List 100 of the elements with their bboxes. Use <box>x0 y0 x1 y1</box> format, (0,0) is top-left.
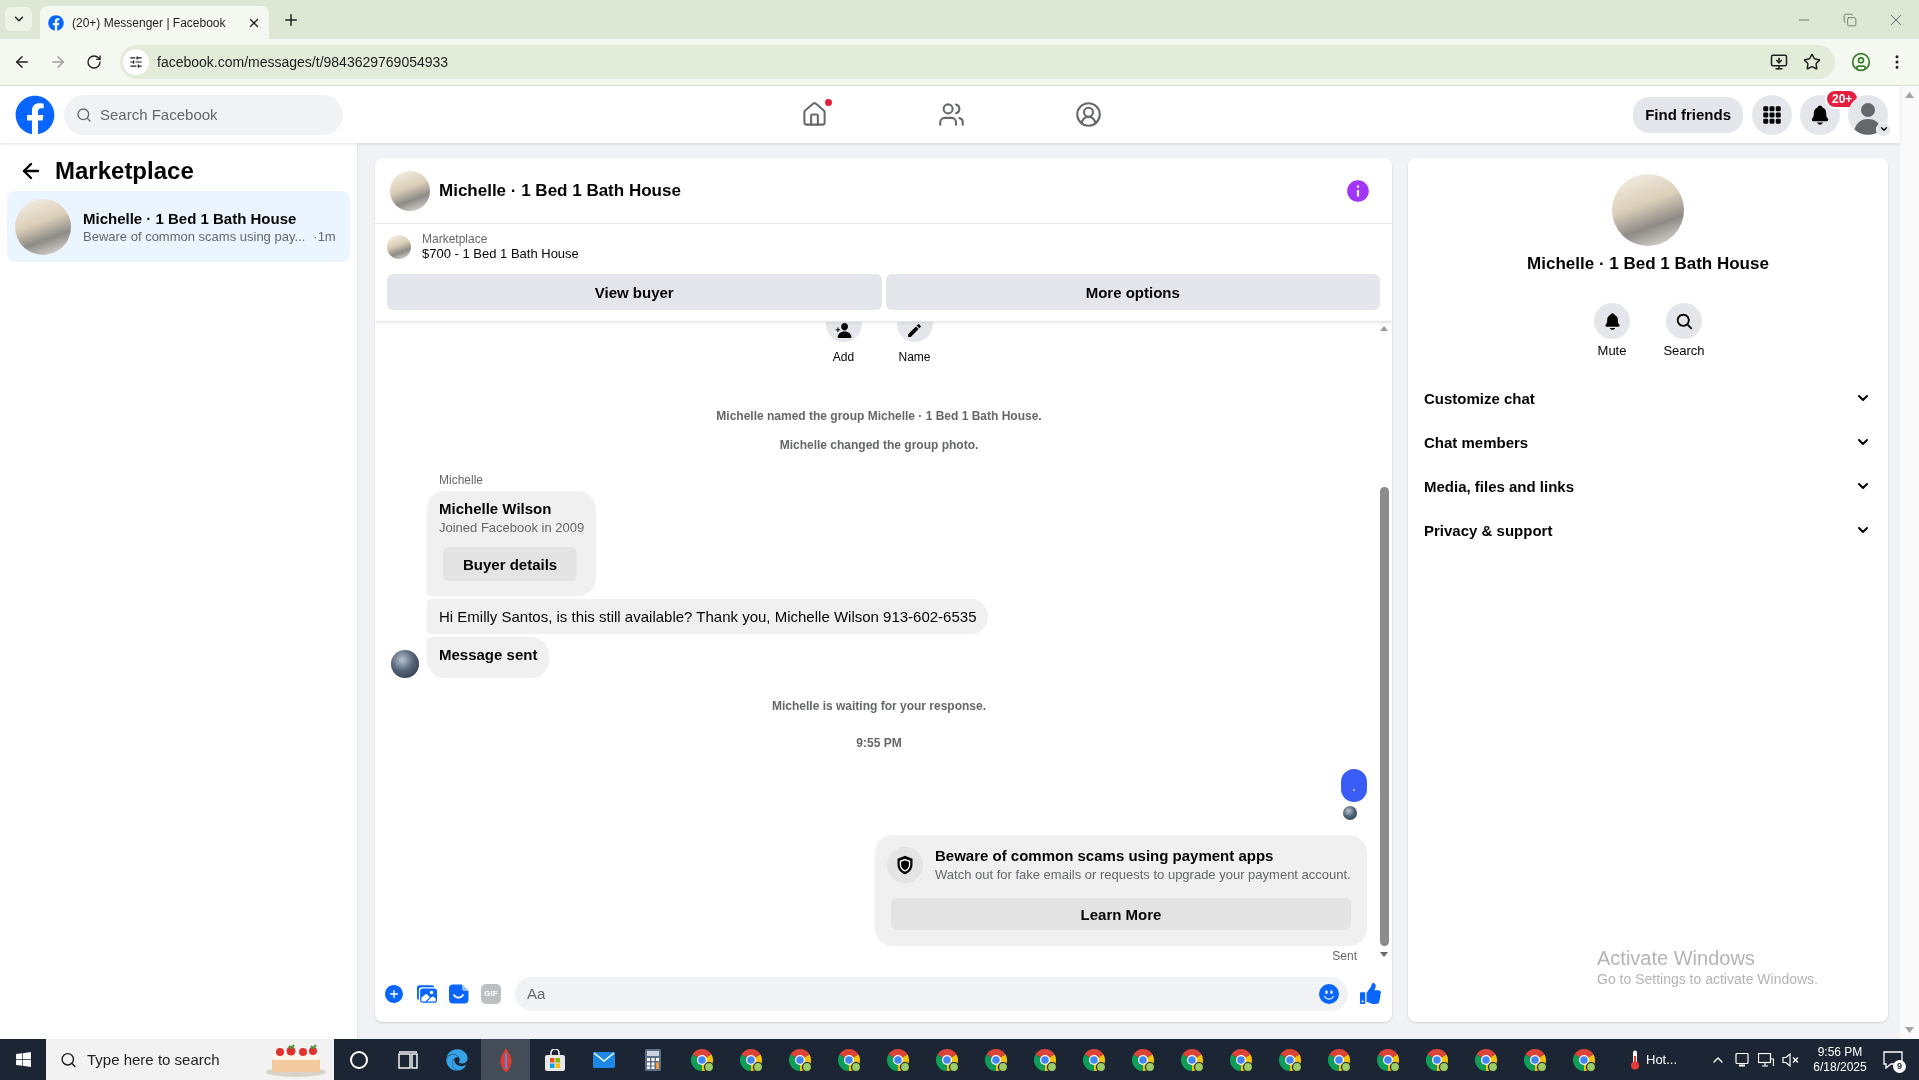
sticker-icon[interactable] <box>449 983 469 1004</box>
chrome-icon[interactable] <box>1277 1047 1302 1072</box>
chrome-icon[interactable] <box>885 1047 910 1072</box>
plus-icon[interactable] <box>383 982 405 1005</box>
clock-date[interactable]: 6/18/2025 <box>1813 1059 1867 1075</box>
back-icon[interactable] <box>13 53 31 71</box>
mute-button[interactable]: Mute <box>1584 303 1640 359</box>
people-icon[interactable] <box>938 101 965 128</box>
task-view-icon[interactable] <box>397 1050 418 1069</box>
scrollbar-thumb[interactable] <box>1379 487 1389 946</box>
listing-button[interactable]: View buyer <box>387 274 882 310</box>
speaker-muted-icon[interactable] <box>1781 1052 1799 1067</box>
network-icon[interactable] <box>1758 1052 1774 1067</box>
scroll-down-arrow-icon[interactable] <box>1380 952 1388 957</box>
facebook-logo-icon[interactable] <box>15 94 55 135</box>
chrome-icon[interactable] <box>1424 1047 1449 1072</box>
rename-button[interactable]: Name <box>890 322 939 365</box>
facebook-favicon-icon <box>48 14 64 31</box>
windows-start-icon[interactable] <box>14 1051 32 1068</box>
chrome-icon[interactable] <box>1032 1047 1057 1072</box>
chrome-icon[interactable] <box>1571 1047 1596 1072</box>
chrome-icon[interactable] <box>1375 1047 1400 1072</box>
listing-title: $700 - 1 Bed 1 Bath House <box>422 246 579 262</box>
grid-icon <box>1762 104 1782 125</box>
chrome-icon[interactable] <box>1081 1047 1106 1072</box>
tab-list-button[interactable] <box>5 7 32 31</box>
chrome-icon[interactable] <box>1130 1047 1155 1072</box>
find-friends-button[interactable]: Find friends <box>1633 96 1743 133</box>
thumbs-up-icon[interactable] <box>1360 983 1381 1004</box>
sent-message-bubble: . <box>1340 769 1367 802</box>
scroll-up-arrow-icon[interactable] <box>1380 326 1388 331</box>
system-message: Michelle changed the group photo. <box>779 437 979 453</box>
user-circle-icon[interactable] <box>1075 101 1102 128</box>
search-icon <box>60 1051 77 1068</box>
install-app-icon[interactable] <box>1770 53 1788 71</box>
chrome-icon[interactable] <box>1522 1047 1547 1072</box>
profile-icon[interactable] <box>1851 52 1871 72</box>
bell-icon <box>1809 103 1831 126</box>
chrome-icon[interactable] <box>1179 1047 1204 1072</box>
url-text: facebook.com/messages/t/9843629769054933 <box>157 54 449 70</box>
chrome-icon[interactable] <box>934 1047 959 1072</box>
edge-icon[interactable] <box>445 1048 468 1071</box>
home-icon[interactable] <box>801 101 828 128</box>
sender-name: Michelle <box>439 472 483 488</box>
listing-button[interactable]: More options <box>885 274 1380 310</box>
envelope-icon[interactable] <box>592 1051 615 1068</box>
message-field[interactable]: Aa <box>515 976 1348 1011</box>
calculator-icon[interactable] <box>644 1048 661 1071</box>
accordion-row[interactable]: Privacy & support <box>1408 508 1888 552</box>
message-bubble: Message sent <box>427 637 550 678</box>
monitor-icon[interactable] <box>1735 1052 1749 1067</box>
store-bag-icon[interactable] <box>543 1048 566 1071</box>
chrome-icon[interactable] <box>1228 1047 1253 1072</box>
chrome-icon[interactable] <box>983 1047 1008 1072</box>
clock-time[interactable]: 9:56 PM <box>1817 1044 1863 1060</box>
activation-text: Go to Settings to activate Windows. <box>1597 970 1818 988</box>
chrome-icon[interactable] <box>689 1047 714 1072</box>
site-info-icon[interactable] <box>123 49 149 75</box>
new-tab-icon[interactable] <box>282 11 300 29</box>
restore-icon[interactable] <box>1843 12 1857 27</box>
menu-button[interactable] <box>1752 94 1792 135</box>
notification-count: 9 <box>1893 1059 1906 1073</box>
search-field[interactable]: Search Facebook <box>64 94 343 135</box>
ring-icon[interactable] <box>348 1049 369 1070</box>
activation-title: Activate Windows <box>1597 946 1756 970</box>
image-icon[interactable] <box>417 983 437 1004</box>
emoji-icon[interactable] <box>1319 983 1339 1004</box>
info-icon[interactable] <box>1345 177 1371 204</box>
browser-tab[interactable]: (20+) Messenger | Facebook <box>40 6 269 39</box>
seen-avatar-placeholder <box>1343 806 1357 820</box>
chrome-icon[interactable] <box>836 1047 861 1072</box>
chat-name: Michelle · 1 Bed 1 Bath House <box>1527 254 1769 274</box>
conversation-item[interactable]: Michelle · 1 Bed 1 Bath House Beware of common scams using pay... ·1m <box>7 191 350 262</box>
chrome-icon[interactable] <box>738 1047 763 1072</box>
photo-placeholder <box>387 235 411 259</box>
chrome-icon[interactable] <box>787 1047 812 1072</box>
search-icon <box>76 106 92 123</box>
bookmark-star-icon[interactable] <box>1803 53 1821 71</box>
warning-title: Beware of common scams using payment apps <box>935 846 1275 866</box>
listing-source: Marketplace <box>422 232 489 246</box>
accordion-row[interactable]: Media, files and links <box>1408 464 1888 508</box>
add-people-button[interactable]: Add <box>819 322 868 365</box>
photo-placeholder <box>390 170 430 211</box>
chrome-icon[interactable] <box>1473 1047 1498 1072</box>
conversation-title: Michelle · 1 Bed 1 Bath House <box>83 209 298 227</box>
system-message: Michelle is waiting for your response. <box>771 698 987 714</box>
flame-icon[interactable] <box>497 1047 514 1072</box>
reload-icon[interactable] <box>86 54 102 70</box>
chrome-icon[interactable] <box>1326 1047 1351 1072</box>
address-bar[interactable]: facebook.com/messages/t/9843629769054933 <box>120 45 1835 79</box>
search-button[interactable]: Search <box>1656 303 1712 359</box>
warning-text: Watch out for fake emails or requests to upgrade your payment account. <box>935 866 1351 884</box>
learn-more-button[interactable]: Learn More <box>891 898 1351 930</box>
accordion-row[interactable]: Customize chat <box>1408 376 1888 420</box>
notification-center-icon[interactable] <box>1883 1050 1903 1069</box>
weather-text[interactable]: Hot... <box>1646 1052 1678 1067</box>
thermometer-icon[interactable] <box>1630 1049 1640 1070</box>
accordion-row[interactable]: Chat members <box>1408 420 1888 464</box>
buyer-details-button[interactable]: Buyer details <box>443 547 578 581</box>
profile-name: Michelle Wilson <box>439 499 553 519</box>
